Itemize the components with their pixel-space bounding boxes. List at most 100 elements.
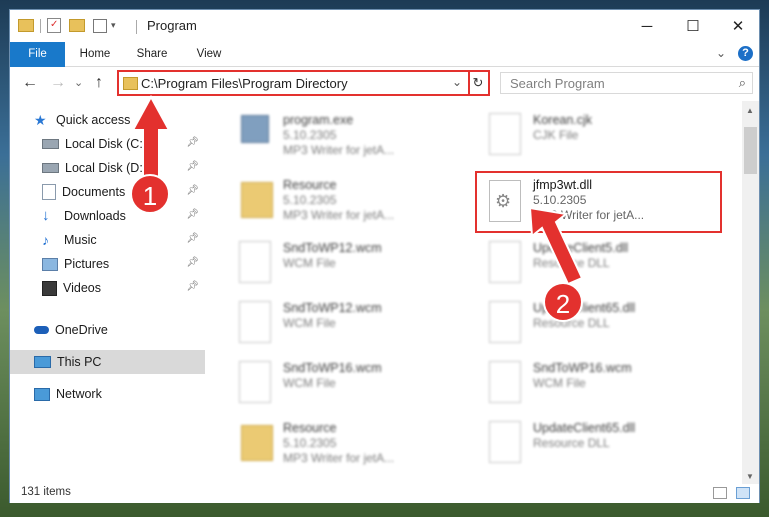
- drive-icon: [42, 139, 59, 149]
- file-item[interactable]: UpdateClient5.dll Resource DLL: [477, 239, 717, 299]
- pin-icon[interactable]: 📌︎: [186, 161, 199, 172]
- large-icons-view-icon[interactable]: [736, 487, 750, 499]
- sidebar-item-local-disk-d[interactable]: Local Disk (D:) 📌︎: [10, 156, 205, 180]
- document-icon: [239, 301, 271, 343]
- maximize-button[interactable]: ☐: [670, 10, 716, 42]
- pin-icon[interactable]: 📌︎: [186, 209, 199, 220]
- chevron-down-icon[interactable]: ⌄: [452, 75, 462, 89]
- back-button[interactable]: ←: [22, 74, 38, 92]
- document-icon: [239, 241, 271, 283]
- step-1-badge: 1: [130, 174, 170, 214]
- customize-icon[interactable]: [93, 18, 107, 33]
- videos-icon: [42, 280, 57, 296]
- scroll-up-icon[interactable]: ▲: [746, 106, 754, 115]
- title-bar: ✓ ▾ Program ─ ☐ ✕: [10, 10, 759, 42]
- file-item[interactable]: Resource 5.10.2305 MP3 Writer for jetA..…: [227, 176, 467, 236]
- sidebar-item-this-pc[interactable]: This PC: [10, 350, 205, 374]
- document-icon: [489, 361, 521, 403]
- scrollbar-thumb[interactable]: [744, 127, 757, 174]
- sidebar-item-downloads[interactable]: ↓ Downloads 📌︎: [10, 204, 205, 228]
- tab-home[interactable]: Home: [69, 42, 121, 66]
- quick-access-toolbar: ✓ ▾: [18, 18, 116, 33]
- address-bar[interactable]: C:\Program Files\Program Directory ⌄: [117, 70, 470, 96]
- dll-icon: [489, 241, 521, 283]
- chevron-down-icon[interactable]: ▾: [111, 20, 116, 31]
- file-item[interactable]: UpdateClient65.dll Resource DLL: [477, 419, 717, 479]
- file-item[interactable]: SndToWP16.wcm WCM File: [227, 359, 467, 419]
- pin-icon[interactable]: 📌︎: [186, 233, 199, 244]
- music-icon: ♪: [42, 232, 49, 248]
- file-name: Resource: [283, 178, 337, 192]
- file-type: WCM File: [283, 316, 336, 330]
- file-item[interactable]: UpdateClient65.dll Resource DLL: [477, 299, 717, 359]
- pictures-icon: [42, 257, 58, 271]
- document-icon: [489, 113, 521, 155]
- sidebar-item-label: Videos: [63, 281, 101, 295]
- pin-icon[interactable]: 📌︎: [186, 137, 199, 148]
- chevron-down-icon[interactable]: ⌄: [716, 46, 726, 60]
- folder-icon[interactable]: [18, 19, 34, 32]
- forward-button[interactable]: →: [50, 74, 66, 92]
- new-folder-icon[interactable]: [69, 19, 85, 32]
- window-title: Program: [147, 18, 197, 33]
- sidebar-item-network[interactable]: Network: [10, 382, 205, 406]
- pin-icon[interactable]: 📌︎: [186, 257, 199, 268]
- file-item[interactable]: SndToWP12.wcm WCM File: [227, 239, 467, 299]
- status-bar: 131 items: [10, 484, 759, 503]
- file-item[interactable]: SndToWP16.wcm WCM File: [477, 359, 717, 419]
- sidebar-item-pictures[interactable]: Pictures 📌︎: [10, 252, 205, 276]
- file-name: UpdateClient65.dll: [533, 421, 636, 435]
- up-button[interactable]: ↑: [95, 74, 103, 92]
- file-version: 5.10.2305: [283, 436, 337, 450]
- pin-icon[interactable]: 📌︎: [186, 281, 199, 292]
- document-icon: [239, 361, 271, 403]
- details-view-icon[interactable]: [713, 487, 727, 499]
- pin-icon[interactable]: 📌︎: [186, 185, 199, 196]
- dll-icon: [489, 301, 521, 343]
- file-name: UpdateClient5.dll: [533, 241, 629, 255]
- divider: [40, 18, 41, 33]
- scroll-down-icon[interactable]: ▼: [746, 472, 754, 481]
- file-item[interactable]: SndToWP12.wcm WCM File: [227, 299, 467, 359]
- vertical-scrollbar[interactable]: ▲ ▼: [742, 101, 759, 484]
- exe-icon: [241, 115, 269, 143]
- refresh-button[interactable]: ↻: [468, 70, 490, 96]
- file-type: CJK File: [533, 128, 579, 142]
- sidebar-item-documents[interactable]: Documents 📌︎: [10, 180, 205, 204]
- file-type: WCM File: [533, 376, 586, 390]
- help-icon[interactable]: ?: [738, 46, 753, 61]
- sidebar-item-quick-access[interactable]: ★ Quick access: [10, 108, 205, 132]
- sidebar-item-onedrive[interactable]: OneDrive: [10, 318, 205, 342]
- file-version: 5.10.2305: [283, 128, 337, 142]
- folder-icon: [241, 425, 273, 461]
- tab-view[interactable]: View: [184, 42, 234, 66]
- search-placeholder: Search Program: [510, 76, 605, 91]
- file-name: Korean.cjk: [533, 113, 593, 127]
- recent-locations-button[interactable]: ⌄: [74, 76, 83, 89]
- file-description: MP3 Writer for jetA...: [283, 208, 395, 222]
- close-button[interactable]: ✕: [715, 10, 761, 42]
- sidebar-item-local-disk-c[interactable]: Local Disk (C:) 📌︎: [10, 132, 205, 156]
- sidebar-item-music[interactable]: ♪ Music 📌︎: [10, 228, 205, 252]
- file-name: SndToWP16.wcm: [533, 361, 632, 375]
- pc-icon: [34, 356, 51, 368]
- address-path[interactable]: C:\Program Files\Program Directory: [141, 76, 348, 91]
- highlight-box: [475, 171, 722, 233]
- ribbon-tabs: File Home Share View ⌄ ?: [10, 42, 759, 102]
- folder-icon: [123, 77, 138, 90]
- file-item[interactable]: Korean.cjk CJK File: [477, 111, 717, 171]
- tab-share[interactable]: Share: [127, 42, 177, 66]
- file-version: 5.10.2305: [283, 193, 337, 207]
- sidebar-item-label: Downloads: [64, 209, 126, 223]
- file-item[interactable]: Resource 5.10.2305 MP3 Writer for jetA..…: [227, 419, 467, 479]
- navigation-bar: ← → ⌄ ↑ C:\Program Files\Program Directo…: [10, 67, 759, 101]
- search-input[interactable]: Search Program ⌕: [500, 72, 753, 94]
- sidebar-item-videos[interactable]: Videos 📌︎: [10, 276, 205, 300]
- properties-icon[interactable]: ✓: [47, 18, 61, 33]
- sidebar-item-label: Documents: [62, 185, 126, 199]
- cloud-icon: [34, 326, 49, 334]
- sidebar-item-label: Music: [64, 233, 97, 247]
- file-type: Resource DLL: [533, 256, 610, 270]
- file-item[interactable]: program.exe 5.10.2305 MP3 Writer for jet…: [227, 111, 467, 171]
- minimize-button[interactable]: ─: [624, 10, 670, 42]
